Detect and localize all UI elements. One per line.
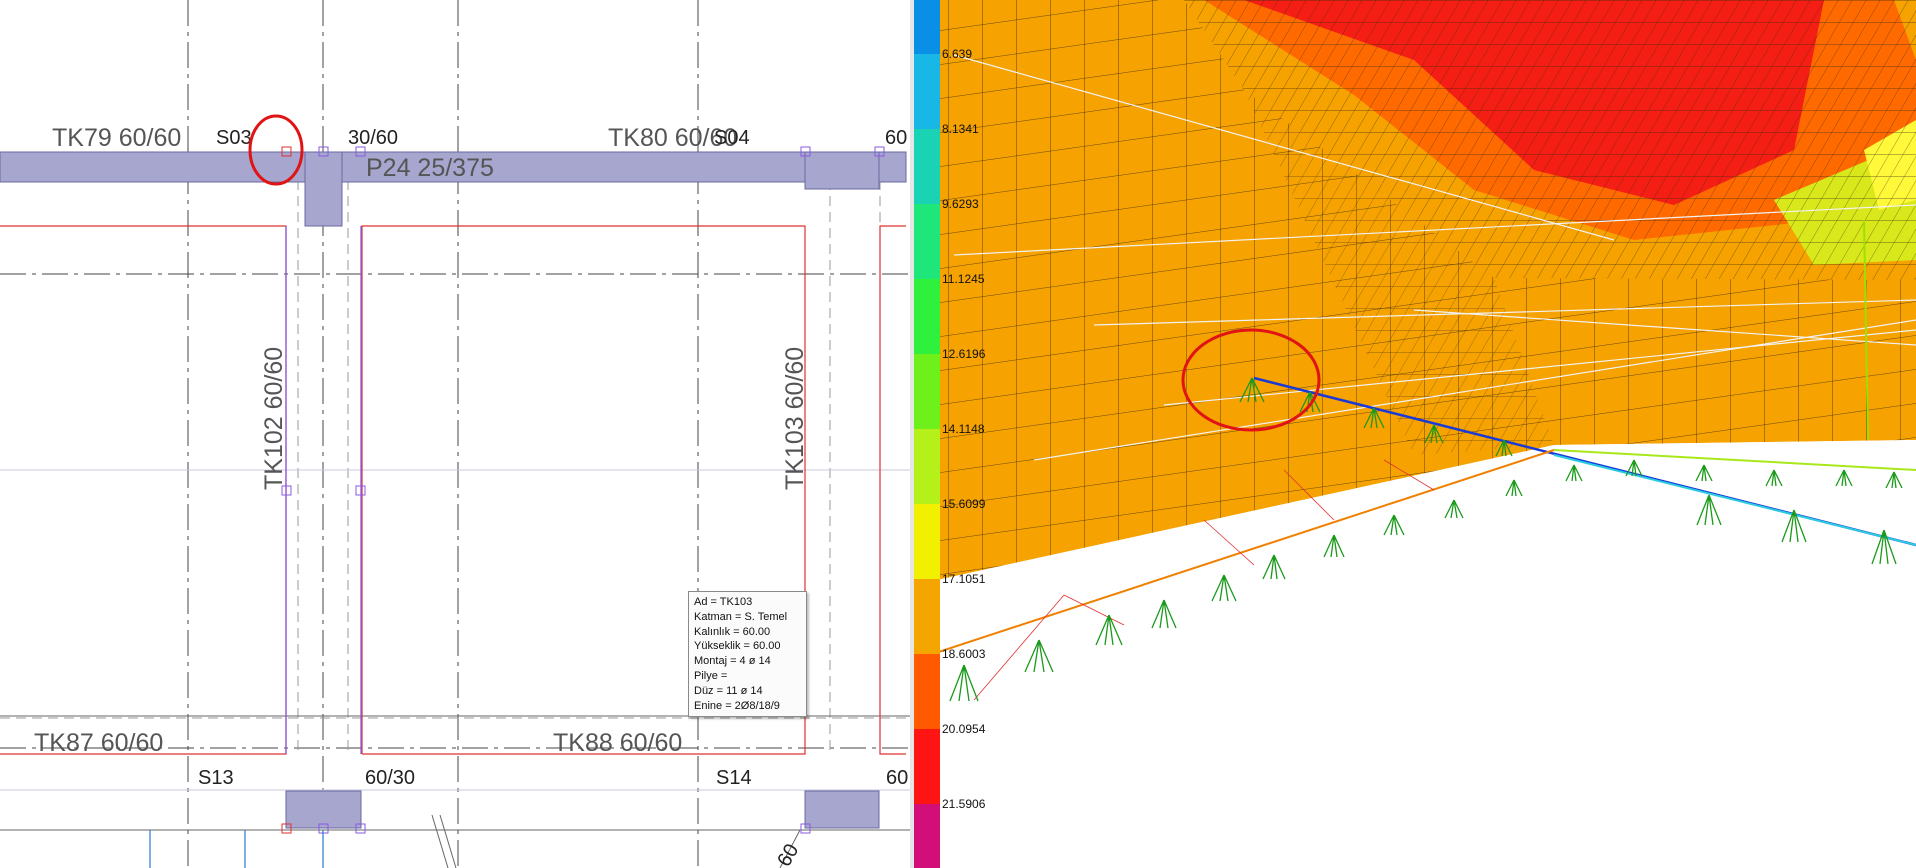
label-s04: S04 — [714, 127, 750, 149]
legend-value: 8.1341 — [942, 122, 979, 136]
label-dim-top-right: 60 — [885, 127, 907, 149]
label-tk102: TK102 60/60 — [260, 347, 288, 490]
column-s13-block[interactable] — [285, 790, 362, 829]
legend-swatch — [914, 54, 940, 129]
label-dim-bottom-mid: 60/30 — [365, 767, 415, 789]
label-s14: S14 — [716, 767, 752, 789]
legend-value: 12.6196 — [942, 347, 986, 361]
tooltip-line: Yükseklik = 60.00 — [694, 640, 781, 653]
legend-value: 17.1051 — [942, 572, 986, 586]
legend-swatch — [914, 129, 940, 204]
bottom-diagonal-lines — [431, 814, 801, 868]
label-dim-top-mid: 30/60 — [348, 127, 398, 149]
legend-swatch — [914, 0, 940, 54]
fem-3d-view[interactable]: 6.639 8.1341 9.6293 11.1245 12.6196 14.1… — [914, 0, 1916, 868]
legend-swatch — [914, 729, 940, 804]
legend-value: 20.0954 — [942, 722, 986, 736]
cad-plan-view[interactable]: TK79 60/60 TK80 60/60 P24 25/375 TK87 60… — [0, 0, 910, 868]
tooltip-line: Enine = 2Ø8/18/9 — [694, 699, 780, 712]
tooltip-line: Düz = 11 ø 14 — [694, 684, 763, 697]
legend-swatch — [914, 804, 940, 868]
label-tk79: TK79 60/60 — [52, 124, 181, 152]
tooltip-line: Pilye = — [694, 669, 728, 682]
legend-swatch — [914, 279, 940, 354]
legend-swatch — [914, 504, 940, 579]
element-info-tooltip: Ad = TK103 Katman = S. Temel Kalınlık = … — [688, 591, 807, 718]
column-s04-block[interactable] — [804, 151, 880, 190]
legend-value: 9.6293 — [942, 197, 979, 211]
legend-value: 15.6099 — [942, 497, 986, 511]
label-tk87: TK87 60/60 — [34, 729, 163, 757]
legend-value: 11.1245 — [942, 272, 985, 286]
legend-swatch — [914, 204, 940, 279]
tooltip-line: Katman = S. Temel — [694, 610, 788, 623]
color-legend: 6.639 8.1341 9.6293 11.1245 12.6196 14.1… — [914, 0, 985, 868]
bottom-rebar-lines — [149, 830, 324, 868]
legend-value: 14.1148 — [942, 422, 985, 436]
legend-value: 18.6003 — [942, 647, 986, 661]
label-p24: P24 25/375 — [366, 154, 494, 182]
label-tk88: TK88 60/60 — [553, 729, 682, 757]
label-tk103: TK103 60/60 — [781, 347, 809, 490]
fem-drawing[interactable] — [914, 0, 1916, 868]
legend-swatch — [914, 654, 940, 729]
cad-drawing[interactable]: TK79 60/60 TK80 60/60 P24 25/375 TK87 60… — [0, 0, 910, 868]
tooltip-line: Ad = TK103 — [694, 596, 753, 608]
legend-value: 6.639 — [942, 47, 973, 61]
tooltip-line: Montaj = 4 ø 14 — [694, 655, 771, 668]
legend-swatch — [914, 354, 940, 429]
column-s14-block[interactable] — [804, 790, 880, 829]
label-s13: S13 — [198, 767, 234, 789]
legend-swatch — [914, 579, 940, 654]
tooltip-line: Kalınlık = 60.00 — [694, 625, 771, 638]
legend-value: 21.5906 — [942, 797, 986, 811]
label-s03: S03 — [216, 127, 252, 149]
legend-swatch — [914, 429, 940, 504]
label-dim-bottom-right: 60 — [886, 767, 908, 789]
label-dim-bottom-diag: 60 — [773, 840, 803, 868]
column-s03-block[interactable] — [304, 151, 343, 227]
